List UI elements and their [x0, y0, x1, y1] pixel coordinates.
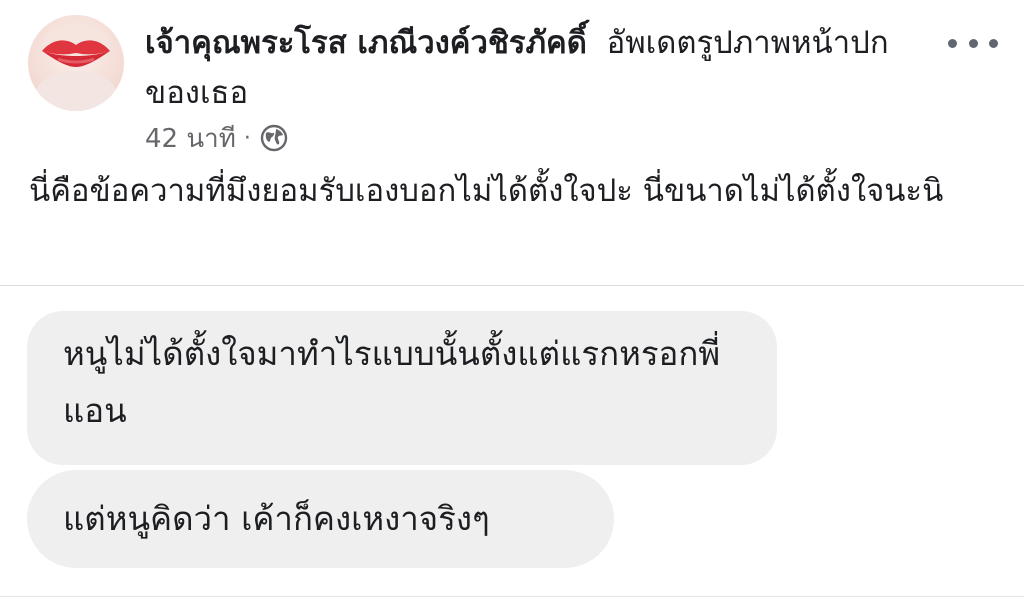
post-header: เจ้าคุณพระโรส เภณีวงค์วชิรภัคดิ์ อัพเดตร…	[145, 18, 935, 118]
timestamp[interactable]: 42 นาที	[145, 118, 236, 159]
more-options-icon-dot	[968, 38, 978, 48]
post-body-text: นี่คือข้อความที่มึงยอมรับเองบอกไม่ได้ตั้…	[29, 173, 944, 209]
divider	[0, 285, 1024, 286]
post-card: เจ้าคุณพระโรส เภณีวงค์วชิรภัคดิ์ อัพเดตร…	[0, 0, 1024, 284]
more-options-button[interactable]	[948, 28, 998, 58]
globe-icon[interactable]	[259, 123, 289, 153]
meta-separator: ·	[243, 125, 251, 151]
message-bubble: แต่หนูคิดว่า เค้าก็คงเหงาจริงๆ	[27, 470, 614, 568]
message-bubble: หนูไม่ได้ตั้งใจมาทำไรแบบนั้นตั้งแต่แรกหร…	[27, 311, 777, 465]
more-options-icon	[948, 38, 957, 48]
profile-photo-lips-icon	[36, 25, 116, 111]
more-options-icon-dot	[989, 38, 998, 48]
post-meta: 42 นาที ·	[145, 118, 289, 158]
message-text: หนูไม่ได้ตั้งใจมาทำไรแบบนั้นตั้งแต่แรกหร…	[63, 334, 721, 430]
message-text: แต่หนูคิดว่า เค้าก็คงเหงาจริงๆ	[63, 499, 490, 538]
avatar[interactable]	[28, 15, 124, 111]
bottom-divider	[0, 596, 1024, 597]
author-name[interactable]: เจ้าคุณพระโรส เภณีวงค์วชิรภัคดิ์	[145, 25, 587, 61]
